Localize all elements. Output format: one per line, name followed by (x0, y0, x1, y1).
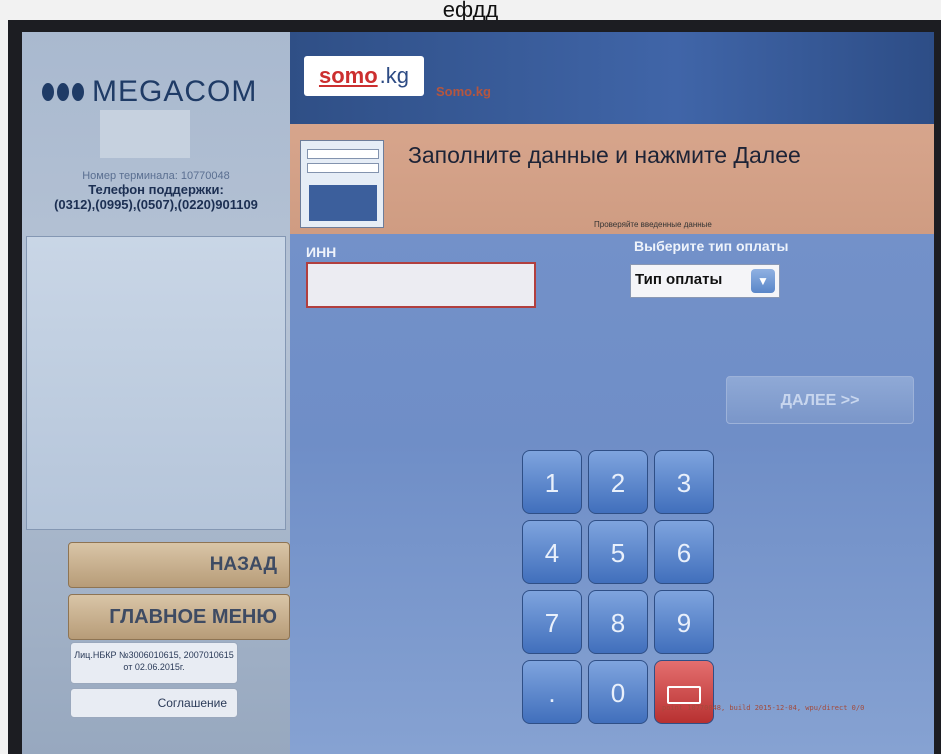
backspace-key[interactable] (654, 660, 714, 724)
license-info: Лиц.НБКР №3006010615, 2007010615 от 02.0… (70, 642, 238, 684)
brand-name: MEGACOM (92, 75, 258, 108)
backspace-icon (667, 686, 701, 705)
key-6[interactable]: 6 (654, 520, 714, 584)
back-button[interactable]: НАЗАД (68, 542, 290, 588)
key-dot[interactable]: . (522, 660, 582, 724)
key-9[interactable]: 9 (654, 590, 714, 654)
inn-input[interactable] (306, 262, 536, 308)
support-phones: (0312),(0995),(0507),(0220)901109 (54, 197, 258, 212)
payment-type-select[interactable]: Тип оплаты ▼ (630, 264, 780, 298)
build-info: point 10770048, build 2015-12-04, wpu/di… (662, 704, 865, 712)
key-3[interactable]: 3 (654, 450, 714, 514)
left-panel: MEGACOM Номер терминала: 10770048 Телефо… (22, 32, 290, 754)
inn-label: ИНН (306, 244, 337, 260)
support-label: Телефон поддержки: (88, 182, 224, 197)
ad-panel (26, 236, 286, 530)
somo-logo-suffix: .kg (379, 63, 410, 88)
terminal-info: Номер терминала: 10770048 Телефон поддер… (22, 170, 290, 212)
key-2[interactable]: 2 (588, 450, 648, 514)
payment-type-value: Тип оплаты (635, 271, 723, 288)
kiosk-screen: MEGACOM Номер терминала: 10770048 Телефо… (22, 32, 934, 754)
key-0[interactable]: 0 (588, 660, 648, 724)
payment-type-label: Выберите тип оплаты (634, 238, 789, 254)
chevron-down-icon[interactable]: ▼ (751, 269, 775, 293)
banner-title: Заполните данные и нажмите Далее (408, 142, 801, 168)
key-5[interactable]: 5 (588, 520, 648, 584)
banner-hint: Проверяйте введенные данные (594, 220, 712, 229)
key-7[interactable]: 7 (522, 590, 582, 654)
keyboard-hand-icon (300, 140, 384, 228)
megacom-logo-icon (42, 83, 84, 101)
main-menu-button[interactable]: ГЛАВНОЕ МЕНЮ (68, 594, 290, 640)
instruction-banner (290, 124, 934, 234)
somo-logo-main: somo (318, 63, 378, 88)
key-1[interactable]: 1 (522, 450, 582, 514)
service-name: Somo.kg (436, 84, 491, 99)
megacom-logo: MEGACOM (42, 72, 282, 112)
somo-logo: somo .kg (304, 56, 424, 96)
key-4[interactable]: 4 (522, 520, 582, 584)
next-button[interactable]: ДАЛЕЕ >> (726, 376, 914, 424)
terminal-number: Номер терминала: 10770048 (82, 170, 230, 182)
key-8[interactable]: 8 (588, 590, 648, 654)
agreement-button[interactable]: Соглашение (70, 688, 238, 718)
blank-placeholder (100, 110, 190, 158)
photo-caption: ефдд (442, 0, 499, 20)
